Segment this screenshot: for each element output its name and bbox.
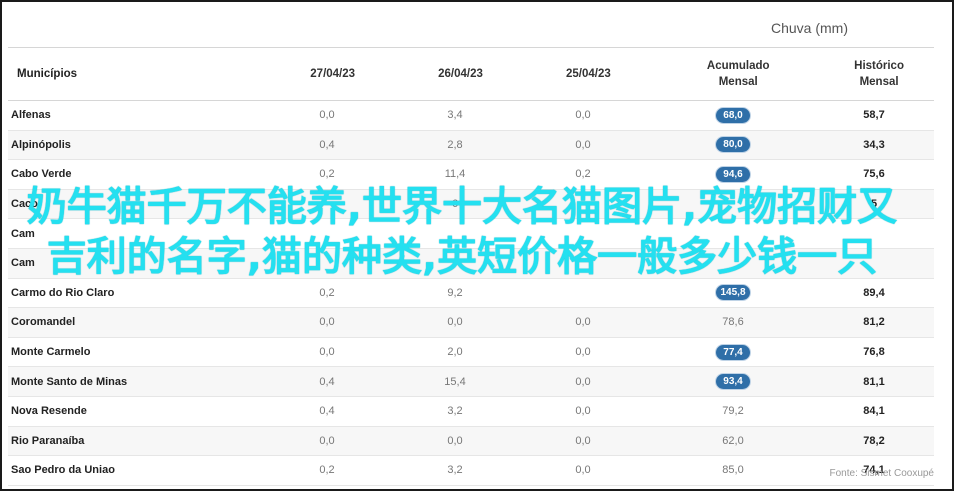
cell-25-04: 0,0: [575, 109, 591, 122]
cell-27-04: 0,2: [319, 464, 335, 477]
acumulado-badge: 94,6: [715, 165, 751, 183]
cell-municipio: Cabo Verde: [11, 168, 72, 181]
cell-27-04: 0,0: [319, 434, 335, 447]
cell-25-04: 0,0: [575, 464, 591, 477]
table-row: Monte Santo de Minas 0,4 15,4 0,0 93,4 81,1: [8, 367, 934, 397]
cell-27-04: 0,4: [319, 375, 335, 388]
table-row: Alfenas 0,0 3,4 0,0 68,0 58,7: [8, 101, 934, 131]
table-row: Rio Paranaíba 0,0 0,0 0,0 62,0 78,2: [8, 426, 934, 457]
cell-acumulado: 79,2: [722, 405, 744, 418]
cell-municipio: Rio Paranaíba: [11, 434, 85, 447]
cell-municipio: Coromandel: [11, 316, 76, 329]
acumulado-badge: 77,4: [715, 343, 751, 361]
cell-municipio: Monte Santo de Minas: [11, 375, 128, 388]
cell-municipio: Alpinópolis: [11, 138, 71, 151]
cell-acumulado: 62,0: [722, 434, 744, 447]
cell-municipio: Sao Pedro da Uniao: [11, 464, 115, 477]
table-row: Coromandel 0,0 0,0 0,0 78,6 81,2: [8, 308, 934, 338]
cell-municipio: Carmo do Rio Claro: [11, 286, 115, 299]
acumulado-badge: 80,0: [715, 136, 751, 154]
table-frame: Chuva (mm) Municípios 27/04/23 26/04/23 …: [0, 0, 954, 491]
cell-25-04: 0,0: [575, 375, 591, 388]
cell-historico: 58,7: [863, 109, 885, 122]
cell-acumulado: 85,0: [722, 464, 744, 477]
cell-26-04: 2,0: [447, 346, 463, 359]
header-date-26: 26/04/23: [438, 68, 483, 80]
cell-27-04: 0,4: [319, 138, 335, 151]
table-row: Monte Carmelo 0,0 2,0 0,0 77,4 76,8: [8, 338, 934, 368]
cell-27-04: 0,0: [319, 346, 335, 359]
cell-historico: 84,1: [863, 405, 885, 418]
cell-historico: 81,1: [863, 375, 885, 388]
cell-historico: 75,6: [863, 168, 885, 181]
cell-acumulado: 80,0: [647, 136, 819, 154]
header-date-27: 27/04/23: [310, 68, 356, 80]
cell-25-04: 0,0: [575, 434, 591, 447]
cell-acumulado: 93,4: [647, 373, 819, 391]
overlay-caption: 奶牛猫千万不能养,世界十大名猫图片,宠物招财又吉利的名字,猫的种类,英短价格一般…: [26, 184, 898, 280]
cell-acumulado: 94,6: [647, 165, 819, 183]
table-row: Carmo do Rio Claro 0,2 9,2 145,8 89,4: [8, 279, 934, 309]
cell-25-04: 0,2: [575, 168, 591, 181]
header-date-25: 25/04/23: [566, 68, 611, 80]
cell-acumulado: 68,0: [647, 106, 819, 124]
cell-26-04: 9,2: [447, 286, 463, 299]
header-historico: Histórico Mensal: [854, 60, 904, 88]
cell-historico: 89,4: [863, 286, 885, 299]
cell-acumulado: 145,8: [647, 284, 819, 302]
acumulado-badge: 68,0: [715, 106, 751, 124]
cell-26-04: 3,2: [447, 405, 463, 418]
cell-26-04: 3,2: [447, 464, 463, 477]
cell-27-04: 0,0: [319, 316, 335, 329]
cell-26-04: 0,0: [447, 434, 463, 447]
cell-25-04: 0,0: [575, 138, 591, 151]
cell-27-04: 0,2: [319, 286, 335, 299]
table-row: Alpinópolis 0,4 2,8 0,0 80,0 34,3: [8, 130, 934, 161]
cell-municipio: Alfenas: [11, 109, 51, 122]
cell-historico: 81,2: [863, 316, 885, 329]
cell-25-04: 0,0: [575, 316, 591, 329]
cell-25-04: 0,0: [575, 346, 591, 359]
unit-label: Chuva (mm): [770, 20, 848, 36]
cell-municipio: Monte Carmelo: [11, 346, 91, 359]
cell-historico: 76,8: [863, 346, 885, 359]
cell-historico: 34,3: [863, 138, 885, 151]
table-row: Sao Pedro da Uniao 0,2 3,2 0,0 85,0 74,1: [8, 456, 934, 486]
header-acumulado: Acumulado Mensal: [706, 60, 770, 88]
cell-25-04: 0,0: [575, 405, 591, 418]
cell-26-04: 2,8: [447, 138, 463, 151]
cell-26-04: 15,4: [444, 375, 466, 388]
cell-27-04: 0,4: [319, 405, 335, 418]
table-row: Nova Resende 0,4 3,2 0,0 79,2 84,1: [8, 397, 934, 427]
cell-26-04: 3,4: [447, 109, 463, 122]
cell-acumulado: 77,4: [647, 343, 819, 361]
cell-acumulado: 78,6: [722, 316, 744, 329]
cell-historico: 78,2: [863, 434, 885, 447]
cell-26-04: 0,0: [447, 316, 463, 329]
cell-26-04: 11,4: [444, 168, 466, 181]
source-note: Fonte: Sismet Cooxupé: [829, 468, 935, 479]
acumulado-badge: 145,8: [715, 284, 751, 302]
cell-municipio: Nova Resende: [11, 405, 87, 418]
table-body: Alfenas 0,0 3,4 0,0 68,0 58,7 Alpinópolis 0,4 2,…: [8, 101, 934, 486]
acumulado-badge: 93,4: [715, 373, 751, 391]
header-municipios: Municípios: [17, 68, 78, 80]
cell-27-04: 0,2: [319, 168, 335, 181]
cell-27-04: 0,0: [319, 109, 335, 122]
table-header: Municípios 27/04/23 26/04/23 25/04/23 Ac…: [8, 48, 934, 101]
